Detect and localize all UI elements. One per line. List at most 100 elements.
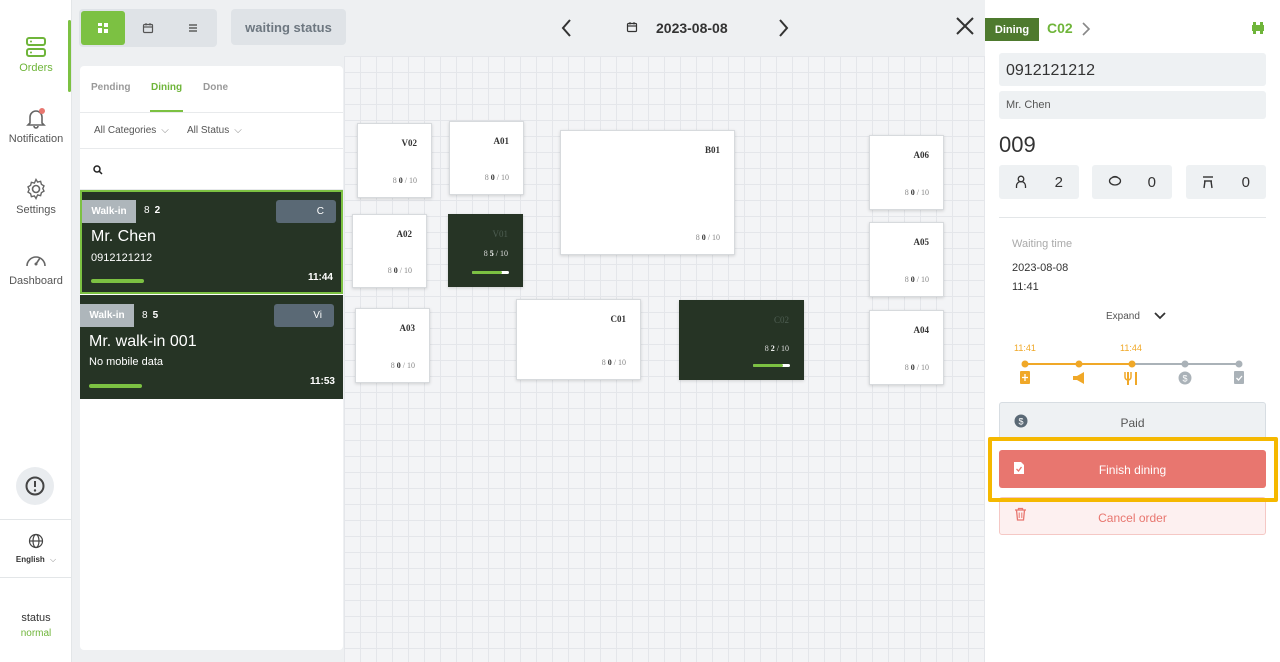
chevron-left-icon[interactable] [560, 18, 574, 38]
floor-table[interactable]: A01 8 0 / 10 [449, 121, 524, 195]
tab-done[interactable]: Done [203, 82, 228, 93]
status-value: normal [20, 628, 52, 639]
customer-name: Mr. Chen [91, 228, 156, 245]
floor-table[interactable]: A05 8 0 / 10 [869, 222, 944, 297]
chevron-right-icon[interactable] [1081, 21, 1091, 37]
nav-item-label: Dashboard [9, 275, 63, 287]
table-progress-bar [753, 364, 790, 367]
order-progress-bar [89, 384, 142, 388]
orders-panel: Pending Dining Done All Categories ⌵ All … [80, 66, 343, 650]
waiting-status-button[interactable]: waiting status [231, 9, 346, 45]
floor-table[interactable]: A04 8 0 / 10 [869, 310, 944, 385]
nav-item-notification[interactable]: Notification [0, 107, 72, 145]
tab-active-indicator [150, 110, 183, 112]
close-icon[interactable] [955, 16, 975, 36]
table-capacity: 8 2 / 10 [764, 344, 789, 353]
order-card[interactable]: Walk-in 82 C Mr. Chen 0912121212 11:44 [80, 190, 343, 294]
search-icon [93, 165, 103, 175]
order-progress-bar [91, 279, 144, 283]
floor-table[interactable]: A06 8 0 / 10 [869, 135, 944, 210]
order-type-tag: Walk-in [82, 200, 136, 223]
dollar-icon: $ [1178, 371, 1192, 385]
adults-count[interactable]: 2 [999, 165, 1079, 199]
table-capacity: 8 0 / 10 [695, 233, 720, 242]
nav-item-dashboard[interactable]: Dashboard [0, 249, 72, 287]
exclamation-circle-icon [25, 476, 45, 496]
list-view-button[interactable] [171, 11, 215, 45]
order-detail-panel: Dining C02 0912121212 Mr. Chen 009 2 0 0… [985, 0, 1280, 662]
floor-table[interactable]: B01 8 0 / 10 [560, 130, 735, 255]
nav-item-settings[interactable]: Settings [0, 178, 72, 216]
order-card[interactable]: Walk-in 85 Vi Mr. walk-in 001 No mobile … [80, 295, 343, 399]
name-field[interactable]: Mr. Chen [999, 91, 1266, 119]
status-label: status [21, 612, 51, 624]
assign-table-button[interactable]: C [276, 200, 336, 223]
timeline-time: 11:41 [1014, 343, 1036, 353]
timeline-time: 11:44 [1120, 343, 1142, 353]
party-size: 85 [142, 310, 159, 321]
table-capacity: 8 0 / 10 [904, 275, 929, 284]
order-tabs: Pending Dining Done [80, 66, 343, 113]
floor-table-selected[interactable]: C02 8 2 / 10 [679, 300, 804, 380]
person-icon: 8 [142, 310, 148, 321]
floor-table[interactable]: A03 8 0 / 10 [355, 308, 430, 383]
table-name: A01 [493, 136, 510, 146]
floor-table-occupied[interactable]: V01 8 5 / 10 [448, 214, 523, 287]
waiting-time: 11:41 [1012, 281, 1039, 293]
order-created-icon [1020, 371, 1030, 384]
person-icon: 8 [144, 205, 150, 216]
bell-icon [26, 108, 46, 129]
svg-text:$: $ [1182, 374, 1187, 384]
table-capacity: 8 0 / 10 [390, 361, 415, 370]
paid-button[interactable]: $ Paid [999, 402, 1266, 440]
table-progress-bar [472, 271, 509, 274]
language-selector[interactable]: English ⌵ [0, 533, 72, 565]
calendar-icon [626, 22, 638, 33]
gear-icon [27, 178, 45, 200]
table-capacity: 8 0 / 10 [904, 188, 929, 197]
nav-item-orders[interactable]: Orders [0, 36, 72, 74]
phone-field[interactable]: 0912121212 [999, 53, 1266, 86]
document-check-icon [1234, 371, 1244, 384]
person-icon [1015, 175, 1027, 188]
nav-divider [0, 519, 72, 520]
kids-count[interactable]: 0 [1092, 165, 1172, 199]
floor-table[interactable]: V02 8 0 / 10 [357, 123, 432, 198]
detail-table-name[interactable]: C02 [1047, 20, 1073, 36]
floor-table[interactable]: C01 8 0 / 10 [516, 299, 641, 380]
current-date[interactable]: 2023-08-08 [656, 20, 728, 36]
tab-pending[interactable]: Pending [91, 82, 130, 93]
table-name: V02 [401, 138, 418, 148]
divider [999, 217, 1266, 218]
order-timeline: $ [1020, 360, 1244, 385]
nav-item-label: Notification [8, 133, 64, 145]
status-filter[interactable]: All Status ⌵ [187, 125, 242, 136]
floor-view-button[interactable] [81, 11, 125, 45]
calendar-view-button[interactable] [126, 11, 170, 45]
table-grid-icon[interactable] [1251, 21, 1265, 35]
globe-icon [28, 533, 44, 549]
floor-table[interactable]: A02 8 0 / 10 [352, 214, 427, 288]
table-capacity: 8 0 / 10 [601, 358, 626, 367]
table-name: A04 [913, 325, 930, 335]
child-face-icon [1108, 175, 1122, 186]
tab-dining[interactable]: Dining [151, 82, 182, 93]
table-capacity: 8 0 / 10 [387, 266, 412, 275]
category-filter[interactable]: All Categories ⌵ [94, 125, 169, 136]
alert-button[interactable] [16, 467, 54, 505]
assign-table-button[interactable]: Vi [274, 304, 334, 327]
list-icon [189, 24, 197, 32]
highlight-box [988, 437, 1278, 502]
high-chair-count[interactable]: 0 [1186, 165, 1266, 199]
chevron-down-icon: ⌵ [50, 555, 57, 564]
expand-toggle[interactable]: Expand [1106, 311, 1166, 322]
chevron-down-icon: ⌵ [161, 125, 169, 136]
high-chair-icon [1203, 176, 1213, 189]
language-label: English [15, 555, 45, 564]
filter-bar: All Categories ⌵ All Status ⌵ [80, 114, 343, 149]
table-name: A02 [396, 229, 413, 239]
chevron-right-icon[interactable] [776, 18, 790, 38]
party-size: 82 [144, 205, 161, 216]
cancel-order-button[interactable]: Cancel order [999, 497, 1266, 535]
search-input[interactable] [80, 150, 343, 190]
